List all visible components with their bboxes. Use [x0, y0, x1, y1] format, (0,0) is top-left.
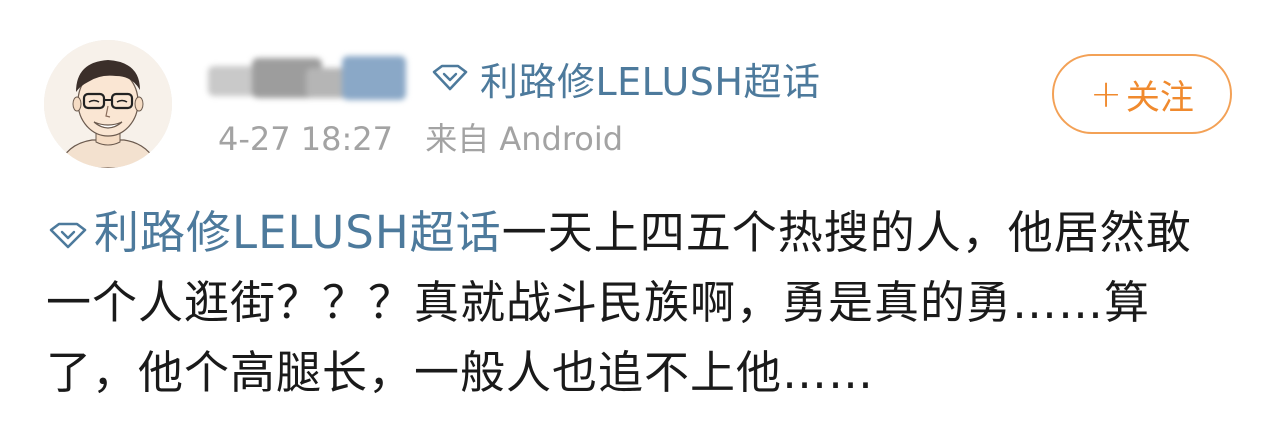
content-topic-tag-link[interactable]: 利路修LELUSH超话 — [46, 206, 502, 259]
post-content: 利路修LELUSH超话一天上四五个热搜的人，他居然敢一个人逛街？？？真就战斗民族… — [46, 198, 1236, 408]
post-timestamp: 4-27 18:27 — [218, 120, 394, 158]
post-source: 来自 Android — [425, 120, 624, 158]
post-meta: 4-27 18:27 来自 Android — [218, 114, 623, 160]
super-topic-diamond-icon — [49, 222, 87, 249]
avatar-illustration — [44, 40, 172, 168]
topic-tag-link[interactable]: 利路修LELUSH超话 — [430, 51, 820, 106]
follow-button[interactable]: + 关注 — [1052, 54, 1232, 134]
content-topic-tag-label: 利路修LELUSH超话 — [94, 206, 502, 259]
topic-tag-label: 利路修LELUSH超话 — [480, 59, 821, 104]
super-topic-diamond-icon — [432, 64, 468, 91]
avatar[interactable] — [44, 40, 172, 168]
post-header: 利路修LELUSH超话 — [202, 48, 820, 108]
weibo-post: 利路修LELUSH超话 4-27 18:27 来自 Android + 关注 利… — [0, 0, 1280, 448]
plus-icon: + — [1090, 72, 1122, 116]
follow-button-label: 关注 — [1125, 77, 1194, 118]
username-redacted[interactable] — [202, 52, 412, 104]
